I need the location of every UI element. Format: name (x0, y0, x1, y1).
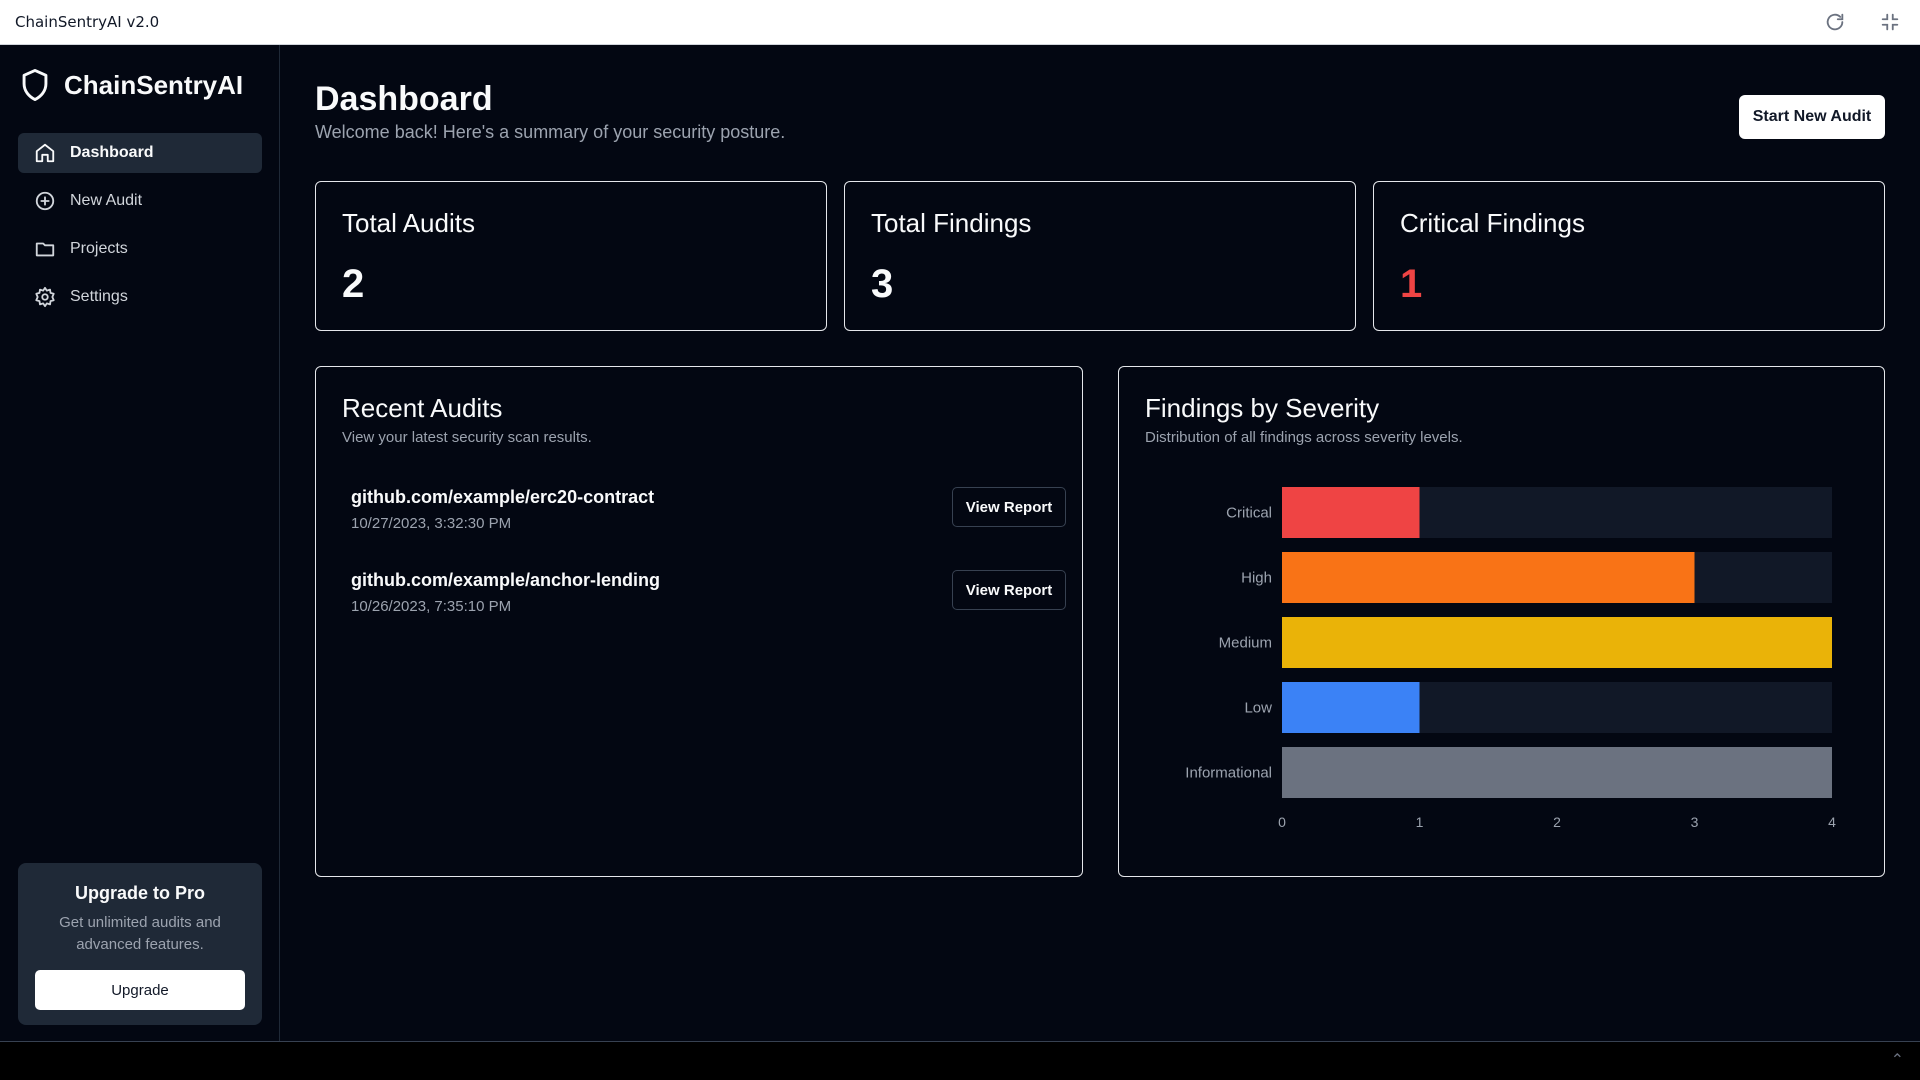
refresh-icon[interactable] (1824, 11, 1846, 33)
list-item: github.com/example/erc20-contract 10/27/… (351, 487, 1066, 547)
window-title-bar: ChainSentryAI v2.0 (0, 0, 1920, 45)
stat-label: Critical Findings (1400, 208, 1585, 238)
sidebar-item-label: New Audit (70, 192, 143, 209)
upgrade-button[interactable]: Upgrade (35, 970, 245, 1010)
severity-chart-panel: Findings by Severity Distribution of all… (1118, 366, 1885, 877)
recent-audits-panel: Recent Audits View your latest security … (315, 366, 1083, 877)
stat-value: 2 (342, 262, 365, 306)
sidebar-item-dashboard[interactable]: Dashboard (18, 133, 262, 173)
page-title: Dashboard (315, 80, 493, 118)
audit-date: 10/26/2023, 7:35:10 PM (351, 598, 512, 615)
upgrade-title: Upgrade to Pro (74, 883, 205, 903)
x-tick-label: 4 (1828, 814, 1836, 830)
bar-critical[interactable] (1282, 487, 1420, 538)
x-tick-label: 0 (1278, 814, 1286, 830)
x-tick-label: 3 (1691, 814, 1699, 830)
sidebar-item-new-audit[interactable]: New Audit (18, 181, 262, 221)
audit-repo: github.com/example/erc20-contract (351, 487, 655, 507)
bar-high[interactable] (1282, 552, 1695, 603)
status-bar: ⌃ (0, 1041, 1920, 1080)
stat-card-total-findings: Total Findings 3 (844, 181, 1356, 331)
panel-subtitle: View your latest security scan results. (342, 429, 592, 446)
folder-icon (35, 242, 55, 257)
sidebar-item-label: Projects (70, 240, 128, 257)
gear-icon (35, 286, 55, 308)
brand[interactable]: ChainSentryAI (20, 65, 243, 105)
severity-bar-chart: Critical High Medium Low Informational 0 1 2 3 4 (1185, 487, 1836, 830)
home-icon (35, 143, 55, 163)
plus-circle-icon (35, 191, 55, 211)
start-new-audit-button[interactable]: Start New Audit (1739, 95, 1885, 139)
stat-card-critical-findings: Critical Findings 1 (1373, 181, 1885, 331)
chevron-up-icon[interactable]: ⌃ (1891, 1050, 1904, 1070)
category-label: High (1241, 570, 1272, 587)
x-tick-label: 2 (1553, 814, 1561, 830)
shield-icon (22, 68, 48, 102)
view-report-button[interactable]: View Report (952, 570, 1066, 610)
fullscreen-icon[interactable] (1879, 11, 1901, 33)
brand-name: ChainSentryAI (64, 69, 244, 100)
stat-card-total-audits: Total Audits 2 (315, 181, 827, 331)
panel-title: Recent Audits (342, 393, 503, 423)
bar-informational[interactable] (1282, 747, 1832, 798)
sidebar-item-projects[interactable]: Projects (18, 229, 262, 269)
category-label: Informational (1185, 765, 1272, 782)
sidebar-item-settings[interactable]: Settings (18, 277, 262, 317)
category-label: Medium (1219, 635, 1272, 652)
x-tick-label: 1 (1416, 814, 1424, 830)
audit-repo: github.com/example/anchor-lending (351, 570, 661, 590)
sidebar-nav: Dashboard New Audit Projects Settings (18, 133, 262, 325)
sidebar-item-label: Dashboard (70, 144, 154, 161)
sidebar-item-label: Settings (70, 288, 128, 305)
page-subtitle: Welcome back! Here's a summary of your s… (315, 122, 786, 142)
stat-label: Total Audits (342, 208, 475, 238)
view-report-button[interactable]: View Report (952, 487, 1066, 527)
stat-label: Total Findings (871, 208, 1032, 238)
category-label: Low (1244, 700, 1272, 717)
list-item: github.com/example/anchor-lending 10/26/… (351, 570, 1066, 630)
upgrade-text: Get unlimited audits and advanced featur… (59, 914, 221, 953)
window-title: ChainSentryAI v2.0 (15, 13, 160, 31)
audit-date: 10/27/2023, 3:32:30 PM (351, 515, 512, 532)
stat-value: 1 (1400, 262, 1423, 306)
bar-medium[interactable] (1282, 617, 1832, 668)
bar-low[interactable] (1282, 682, 1420, 733)
sidebar: ChainSentryAI Dashboard New Audit Projec… (0, 45, 280, 1041)
category-label: Critical (1226, 505, 1272, 522)
upgrade-card: Upgrade to Pro Get unlimited audits and … (18, 863, 262, 1025)
stat-value: 3 (871, 262, 894, 306)
